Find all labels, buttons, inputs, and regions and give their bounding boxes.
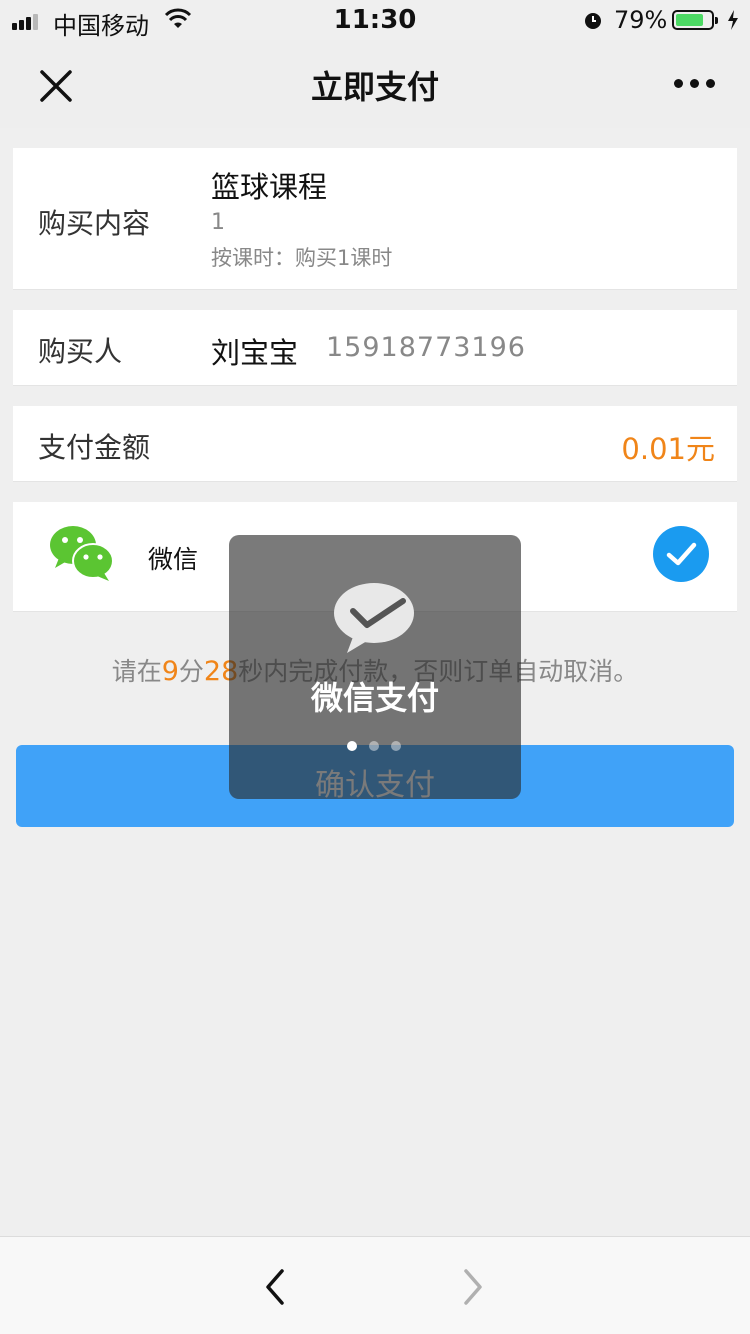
buyer-card: 购买人 刘宝宝 15918773196 — [13, 310, 737, 386]
amount-label: 支付金额 — [38, 431, 151, 464]
countdown-prefix: 请在 — [111, 657, 162, 686]
purchase-content-card: 购买内容 篮球课程 1 按课时：购买1课时 — [13, 148, 737, 290]
amount-card: 支付金额 0.01元 — [13, 406, 737, 482]
wechat-icon — [50, 526, 114, 581]
buyer-name: 刘宝宝 — [211, 336, 299, 370]
alarm-icon — [585, 13, 601, 29]
status-bar: 中国移动 11:30 79% — [0, 0, 750, 40]
amount-value: 0.01元 — [621, 432, 715, 466]
loading-dots — [347, 741, 407, 751]
payment-method-label: 微信 — [148, 545, 199, 574]
course-quantity: 1 — [211, 210, 225, 235]
course-name: 篮球课程 — [211, 170, 328, 204]
toast-message: 微信支付 — [310, 679, 439, 717]
buyer-phone: 15918773196 — [326, 332, 526, 363]
payment-loading-toast: 微信支付 — [229, 535, 521, 799]
page-title: 立即支付 — [310, 68, 439, 106]
charging-icon — [728, 10, 738, 30]
more-dots-icon[interactable] — [672, 76, 718, 92]
chevron-right-icon[interactable] — [458, 1267, 488, 1307]
nav-bar: 立即支付 — [0, 40, 750, 128]
wechat-pay-icon — [334, 583, 414, 653]
battery-icon — [672, 10, 718, 30]
countdown-minutes-unit: 分 — [178, 657, 204, 686]
countdown-minutes: 9 — [161, 656, 179, 687]
chevron-left-icon[interactable] — [260, 1267, 290, 1307]
battery-level — [676, 14, 703, 26]
purchase-content-label: 购买内容 — [38, 207, 151, 240]
browser-toolbar — [0, 1236, 750, 1334]
buyer-label: 购买人 — [38, 335, 123, 368]
course-description: 按课时：购买1课时 — [211, 246, 393, 270]
checkmark-icon[interactable] — [653, 526, 709, 582]
battery-percent: 79% — [614, 6, 668, 34]
